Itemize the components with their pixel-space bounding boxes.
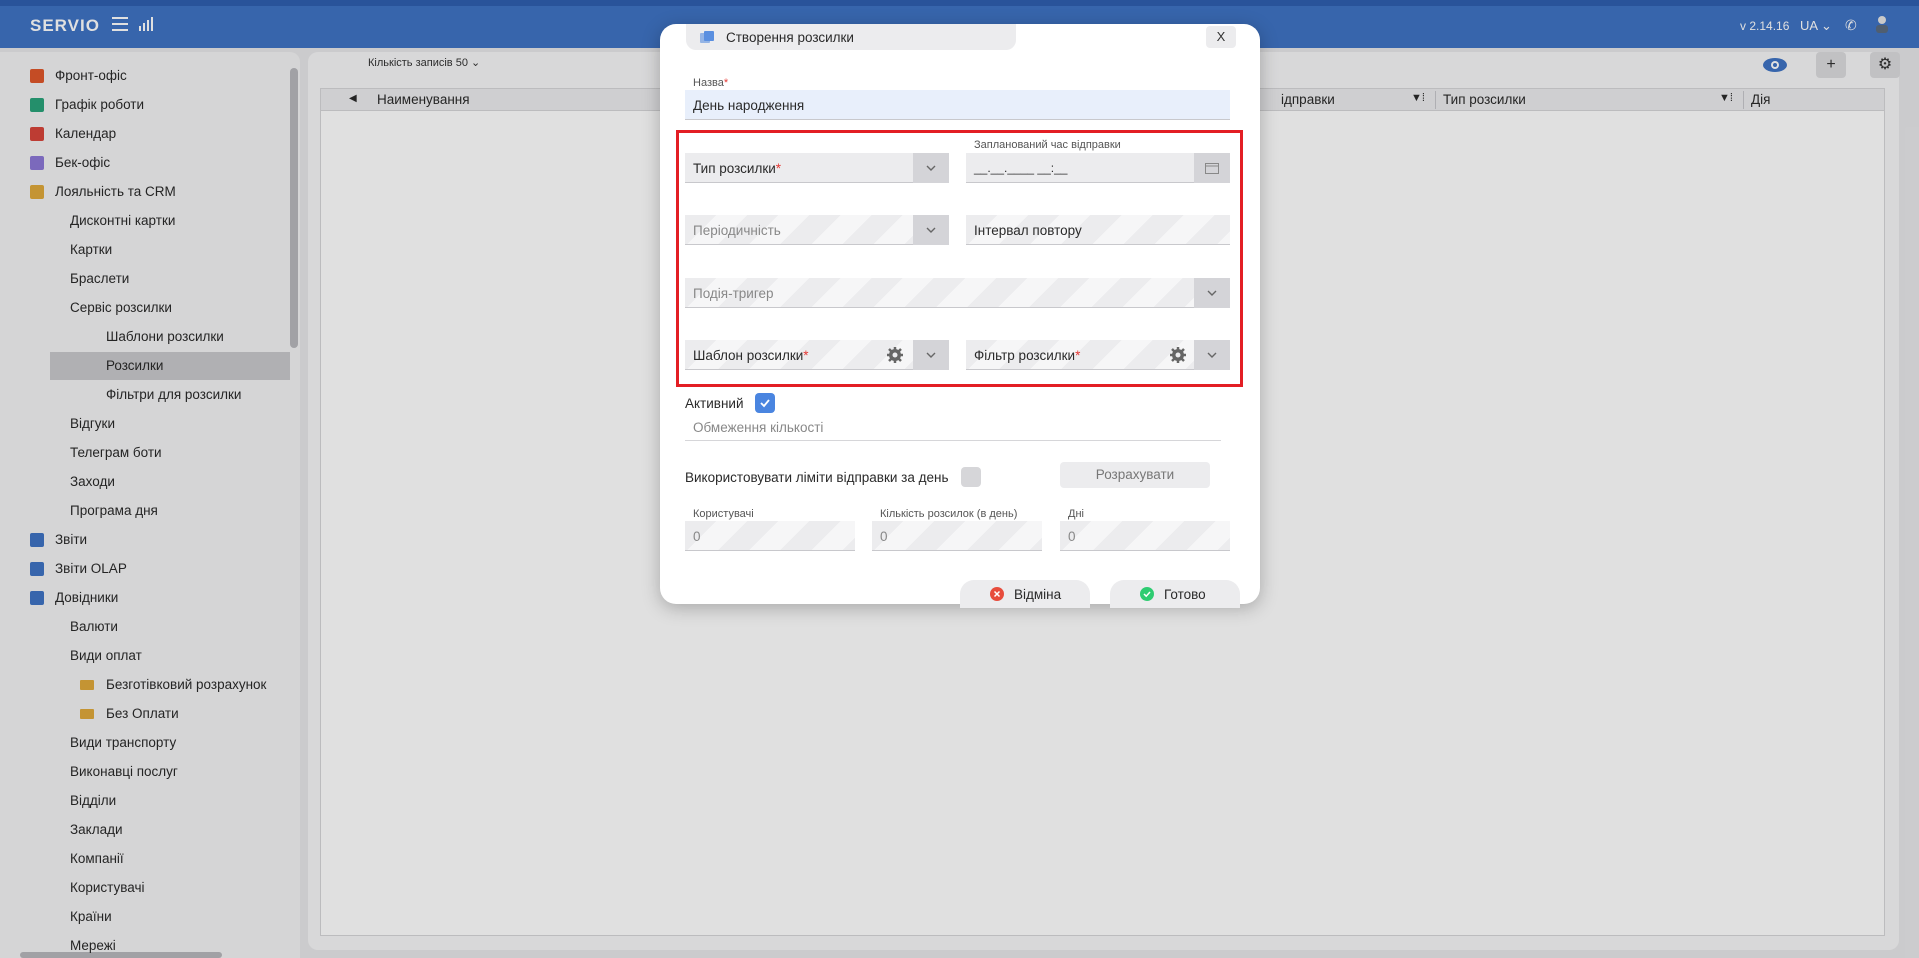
name-value: День народження	[693, 98, 805, 113]
use-daily-limits-label: Використовувати ліміти відправки за день	[685, 470, 949, 485]
use-daily-limits-checkbox[interactable]	[961, 467, 981, 487]
name-label: Назва*	[693, 77, 729, 89]
users-label: Користувачі	[693, 508, 754, 520]
days-input[interactable]: 0	[1060, 521, 1230, 551]
users-input[interactable]: 0	[685, 521, 855, 551]
highlight-box	[676, 130, 1243, 387]
cancel-x-icon	[990, 587, 1004, 601]
done-button[interactable]: Готово	[1110, 580, 1240, 608]
days-value: 0	[1068, 529, 1076, 544]
active-checkbox[interactable]	[755, 393, 775, 413]
done-button-label: Готово	[1164, 587, 1206, 602]
dialog-title: Створення розсилки	[726, 30, 854, 45]
active-label: Активний	[685, 396, 744, 411]
per-day-label: Кількість розсилок (в день)	[880, 508, 1018, 520]
close-button[interactable]: X	[1206, 26, 1236, 48]
calculate-button[interactable]: Розрахувати	[1060, 462, 1210, 488]
copy-icon	[700, 31, 714, 43]
days-label: Дні	[1068, 508, 1084, 520]
check-circle-icon	[1140, 587, 1154, 601]
quantity-limit-input[interactable]: Обмеження кількості	[685, 415, 1221, 441]
check-icon	[760, 399, 770, 408]
dialog-title-bar: Створення розсилки	[686, 24, 1016, 50]
per-day-value: 0	[880, 529, 888, 544]
users-value: 0	[693, 529, 701, 544]
cancel-button[interactable]: Відміна	[960, 580, 1090, 608]
name-input[interactable]: День народження	[685, 90, 1230, 120]
quantity-limit-placeholder: Обмеження кількості	[693, 420, 824, 435]
cancel-button-label: Відміна	[1014, 587, 1062, 602]
per-day-input[interactable]: 0	[872, 521, 1042, 551]
